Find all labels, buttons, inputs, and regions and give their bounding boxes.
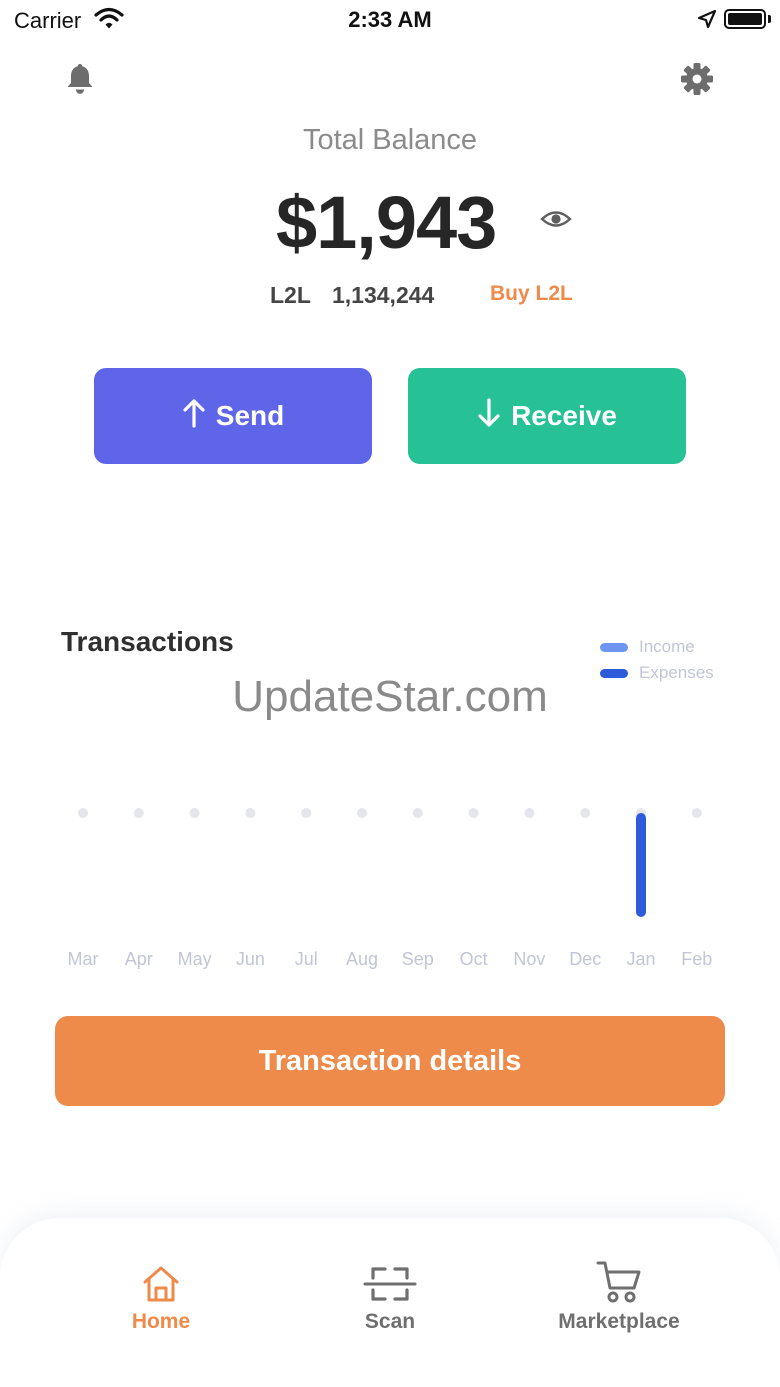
chart-column-dot <box>245 808 256 818</box>
cart-icon <box>529 1258 709 1304</box>
chart-tick-label: Jul <box>295 949 318 969</box>
total-balance-label: Total Balance <box>302 124 478 156</box>
chart-column-dot <box>133 808 144 818</box>
chart-tick-label: Nov <box>513 949 545 969</box>
transaction-details-button[interactable]: Transaction details <box>55 1016 725 1106</box>
send-button[interactable]: Send <box>94 368 372 464</box>
chart-tick-label: Dec <box>569 949 601 969</box>
chart-column-dot <box>357 808 367 818</box>
chart-tick-label: Aug <box>346 949 378 969</box>
legend-item-income: Income <box>600 634 714 660</box>
chart-tick-label: Sep <box>402 949 434 969</box>
transactions-chart: Mar Apr May Jun Jul Aug Sep Oct Nov Dec Jan Feb <box>68 808 712 969</box>
gear-icon[interactable] <box>680 62 714 101</box>
eye-icon[interactable] <box>540 207 572 236</box>
tab-bar: Home Scan Marketplace <box>0 1218 780 1387</box>
arrow-down-icon <box>477 397 501 435</box>
chart-tick-label: Jan <box>626 949 655 969</box>
receive-label: Receive <box>511 400 617 431</box>
tab-marketplace-label: Marketplace <box>558 1310 680 1333</box>
tab-scan-label: Scan <box>364 1310 416 1333</box>
location-icon <box>697 9 717 34</box>
token-amount: 1,134,244 <box>332 282 435 308</box>
tab-scan[interactable]: Scan <box>300 1258 480 1334</box>
chart-column-dot <box>580 808 591 818</box>
chart-tick-label: Apr <box>125 949 153 969</box>
total-balance-value: $1,943 <box>276 181 497 264</box>
tab-marketplace[interactable]: Marketplace <box>529 1258 709 1334</box>
watermark: UpdateStar.com <box>232 672 548 721</box>
chart-tick-label: Feb <box>681 949 712 969</box>
buy-token-link[interactable]: Buy L2L <box>490 282 573 306</box>
chart-column-dot <box>524 808 535 818</box>
receive-button[interactable]: Receive <box>408 368 686 464</box>
chart-column-dot <box>301 808 312 818</box>
chart-tick-label: Oct <box>460 949 488 969</box>
status-bar: Carrier 2:33 AM <box>0 0 780 40</box>
bell-icon[interactable] <box>64 62 96 101</box>
chart-tick-label: Mar <box>68 949 99 969</box>
tab-home-label: Home <box>131 1310 191 1333</box>
battery-icon <box>724 9 766 29</box>
legend-label-income: Income <box>639 637 695 656</box>
chart-column-dot <box>691 808 702 818</box>
chart-column-dot <box>412 808 423 818</box>
chart-tick-label: Jun <box>236 949 265 969</box>
legend-swatch-income <box>600 642 628 652</box>
token-balance-row: L2L 1,134,244 Buy L2L <box>0 282 780 314</box>
arrow-up-icon <box>182 398 206 435</box>
clock: 2:33 AM <box>348 7 432 32</box>
chart-column-dot <box>78 808 88 818</box>
chart-bar-expenses-jan <box>636 813 646 917</box>
chart-tick-label: May <box>178 949 212 969</box>
transactions-title: Transactions <box>61 626 234 657</box>
send-label: Send <box>215 400 285 431</box>
scan-icon <box>300 1258 480 1304</box>
home-icon <box>71 1258 251 1304</box>
tab-home[interactable]: Home <box>71 1258 251 1334</box>
chart-column-dot <box>189 808 200 818</box>
token-symbol: L2L <box>270 282 311 308</box>
chart-column-dot <box>468 808 479 818</box>
